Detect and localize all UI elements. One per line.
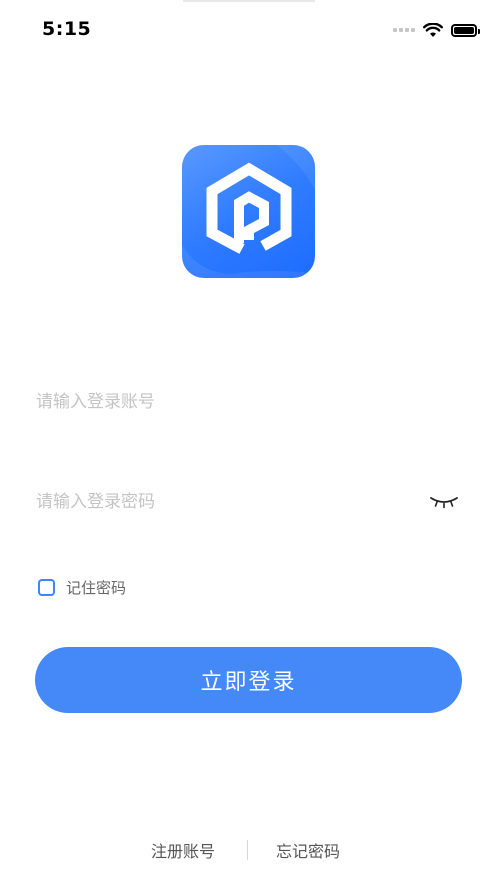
status-bar: 5:15 bbox=[0, 0, 497, 60]
status-time: 5:15 bbox=[42, 18, 92, 40]
login-button[interactable]: 立即登录 bbox=[35, 647, 462, 713]
battery-icon bbox=[451, 23, 480, 37]
remember-password[interactable]: 记住密码 bbox=[38, 576, 126, 598]
password-field bbox=[36, 482, 461, 522]
register-link[interactable]: 注册账号 bbox=[151, 838, 215, 862]
app-logo-icon bbox=[182, 145, 315, 278]
account-field bbox=[36, 382, 461, 422]
eye-closed-icon[interactable] bbox=[429, 492, 459, 512]
bottom-links: 注册账号 忘记密码 bbox=[0, 838, 497, 862]
notch-indicator bbox=[183, 0, 315, 2]
account-input[interactable] bbox=[36, 382, 416, 422]
wifi-icon bbox=[423, 22, 443, 37]
signal-dots-icon bbox=[393, 28, 415, 32]
remember-checkbox[interactable] bbox=[38, 578, 55, 596]
status-icons bbox=[393, 20, 480, 40]
link-divider bbox=[247, 840, 248, 860]
password-input[interactable] bbox=[36, 482, 416, 522]
remember-label: 记住密码 bbox=[66, 578, 127, 597]
forgot-password-link[interactable]: 忘记密码 bbox=[276, 838, 340, 862]
